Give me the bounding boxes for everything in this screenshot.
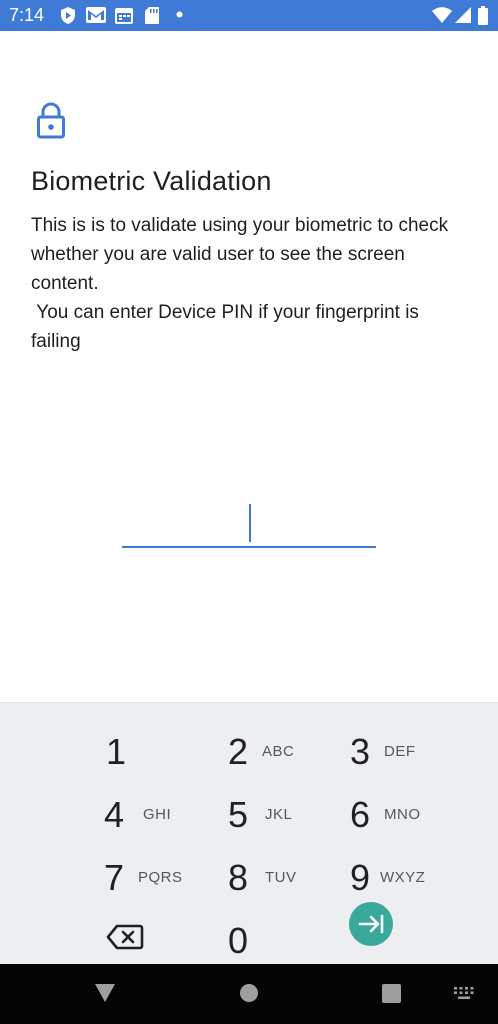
key-digit: 6 — [350, 794, 371, 835]
calendar-icon — [115, 8, 133, 24]
key-letters: GHI — [143, 806, 172, 823]
pin-input-underline — [122, 546, 376, 548]
key-letters: WXYZ — [380, 869, 426, 886]
status-time: 7:14 — [9, 5, 45, 25]
key-letters: PQRS — [138, 869, 183, 886]
tab-next-icon — [358, 914, 384, 934]
backspace-icon[interactable] — [106, 923, 144, 951]
sd-card-icon — [145, 7, 159, 24]
key-digit: 5 — [228, 794, 249, 835]
key-1[interactable]: 1 — [106, 723, 226, 779]
key-letters: MNO — [384, 806, 421, 823]
key-letters: DEF — [384, 743, 416, 760]
key-7[interactable]: 7 PQRS — [104, 849, 224, 905]
key-digit: 7 — [104, 857, 125, 898]
key-digit: 0 — [228, 920, 249, 961]
pin-input[interactable] — [122, 498, 376, 548]
key-3[interactable]: 3 DEF — [350, 723, 470, 779]
next-button[interactable] — [349, 902, 393, 946]
recents-square-icon[interactable] — [382, 984, 401, 1003]
battery-icon — [478, 6, 488, 25]
key-digit: 3 — [350, 731, 371, 772]
description-text: This is is to validate using your biomet… — [31, 215, 449, 352]
home-circle-icon[interactable] — [239, 983, 259, 1003]
keyboard-switch-icon[interactable] — [454, 987, 474, 1001]
lock-icon — [37, 102, 65, 139]
page-title: Biometric Validation — [31, 166, 272, 196]
cellular-signal-icon — [455, 7, 471, 23]
key-digit: 4 — [104, 794, 125, 835]
play-protect-icon — [61, 7, 75, 24]
text-cursor — [249, 504, 251, 542]
wifi-icon — [432, 7, 452, 23]
key-letters: TUV — [265, 869, 297, 886]
key-8[interactable]: 8 TUV — [228, 849, 348, 905]
key-letters: JKL — [265, 806, 293, 823]
key-6[interactable]: 6 MNO — [350, 786, 470, 842]
key-digit: 2 — [228, 731, 249, 772]
key-5[interactable]: 5 JKL — [228, 786, 348, 842]
navigation-bar — [0, 964, 498, 1024]
key-0[interactable]: 0 — [228, 912, 348, 968]
numeric-keypad: 1 2 ABC 3 DEF 4 GHI 5 JKL 6 MNO 7 PQRS 8… — [0, 702, 498, 965]
gmail-icon — [86, 7, 106, 23]
key-digit: 9 — [350, 857, 371, 898]
key-digit: 1 — [106, 731, 127, 772]
key-digit: 8 — [228, 857, 249, 898]
key-letters: ABC — [262, 743, 295, 760]
key-4[interactable]: 4 GHI — [104, 786, 224, 842]
key-2[interactable]: 2 ABC — [228, 723, 348, 779]
status-bar: 7:14 — [0, 0, 498, 31]
back-triangle-icon[interactable] — [94, 983, 116, 1003]
notification-dot-icon — [176, 11, 183, 18]
key-9[interactable]: 9 WXYZ — [350, 849, 470, 905]
